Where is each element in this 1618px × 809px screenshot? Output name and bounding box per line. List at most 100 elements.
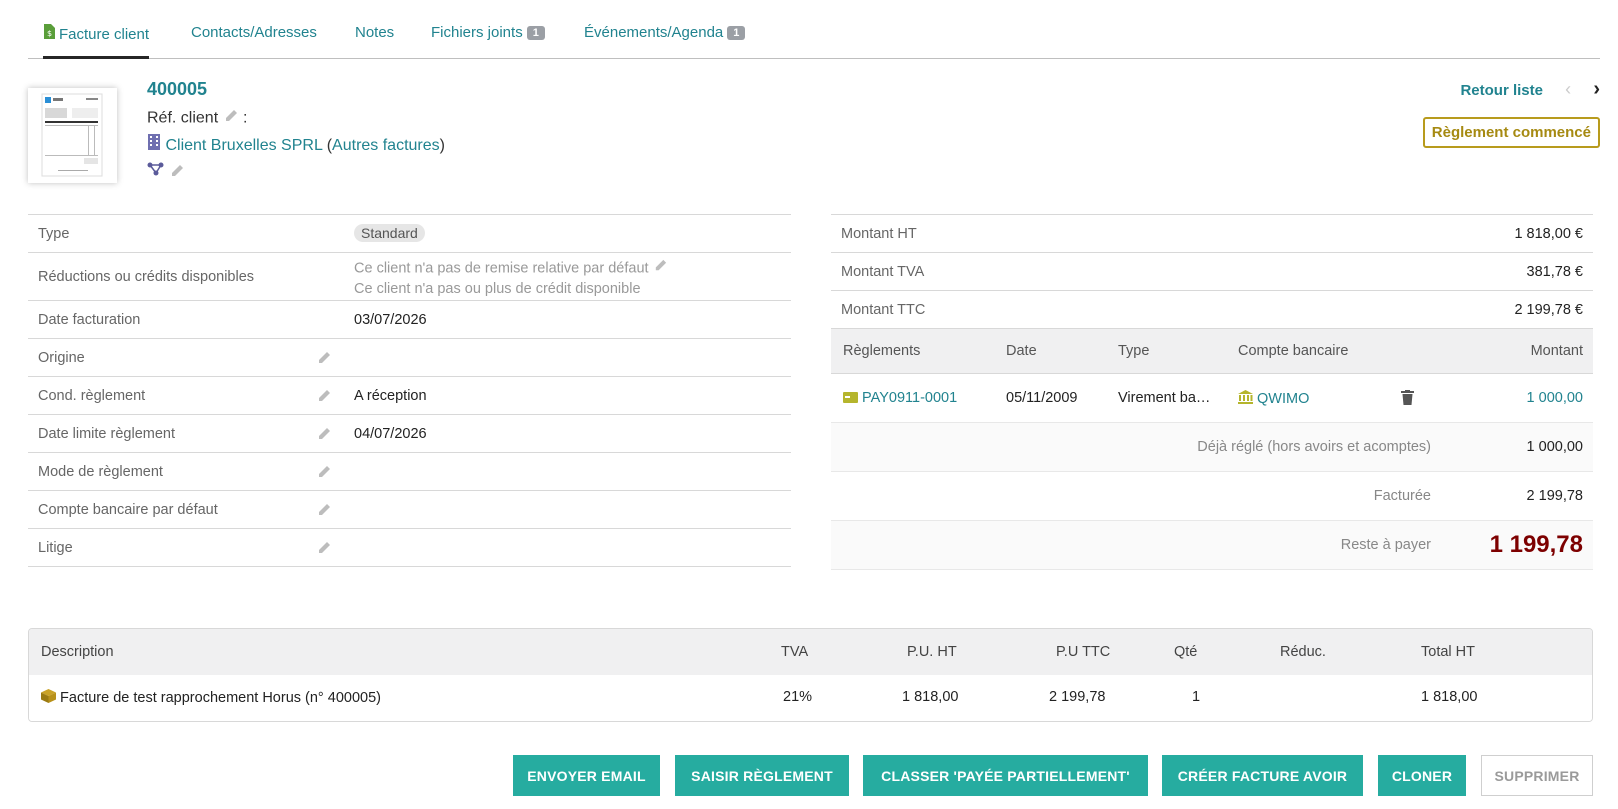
detail-row-mode: Mode de règlement bbox=[28, 453, 791, 491]
lines-col-qty: Qté bbox=[1174, 644, 1198, 660]
line-pu-ht: 1 818,00 bbox=[902, 689, 959, 705]
tab-files-label: Fichiers joints bbox=[431, 24, 523, 41]
date-limite-value: 04/07/2026 bbox=[354, 426, 427, 442]
edit-discount-icon[interactable] bbox=[653, 258, 668, 279]
line-total-ht: 1 818,00 bbox=[1421, 689, 1478, 705]
payment-ref: PAY0911-0001 bbox=[843, 390, 957, 407]
tab-events-label: Événements/Agenda bbox=[584, 24, 724, 41]
tab-invoice-label: Facture client bbox=[59, 26, 150, 43]
lines-col-pu-ttc: P.U TTC bbox=[1056, 644, 1111, 660]
tab-notes[interactable]: Notes bbox=[355, 24, 394, 59]
billed-value: 2 199,78 bbox=[1526, 488, 1583, 504]
tab-events-badge: 1 bbox=[727, 26, 746, 40]
remaining-label: Reste à payer bbox=[1340, 537, 1431, 553]
type-label: Type bbox=[38, 226, 70, 242]
edit-origine-icon[interactable] bbox=[316, 350, 332, 370]
invoice-details-table: Type Standard Réductions ou crédits disp… bbox=[28, 214, 791, 567]
amount-row-ht: Montant HT 1 818,00 € bbox=[831, 215, 1593, 253]
detail-row-type: Type Standard bbox=[28, 215, 791, 253]
enter-payment-button[interactable]: SAISIR RÈGLEMENT bbox=[675, 755, 849, 796]
payment-type: Virement ba… bbox=[1118, 390, 1211, 406]
detail-row-cond: Cond. règlement A réception bbox=[28, 377, 791, 415]
edit-litige-icon[interactable] bbox=[316, 540, 332, 560]
line-qty: 1 bbox=[1192, 689, 1201, 705]
create-credit-note-button[interactable]: CRÉER FACTURE AVOIR bbox=[1162, 755, 1363, 796]
billed-row: Facturée 2 199,78 bbox=[831, 472, 1593, 521]
type-badge: Standard bbox=[354, 224, 425, 242]
detail-row-compte: Compte bancaire par défaut bbox=[28, 491, 791, 529]
next-record-icon[interactable]: › bbox=[1593, 78, 1600, 100]
billed-label: Facturée bbox=[1373, 488, 1431, 504]
detail-row-litige: Litige bbox=[28, 529, 791, 567]
tva-value: 381,78 € bbox=[1526, 264, 1583, 280]
document-preview-icon bbox=[41, 93, 103, 177]
classify-partially-paid-button[interactable]: CLASSER 'PAYÉE PARTIELLEMENT' bbox=[863, 755, 1148, 796]
payments-col-ref: Règlements bbox=[843, 343, 921, 359]
product-icon bbox=[41, 689, 56, 707]
date-value: 03/07/2026 bbox=[354, 312, 427, 328]
edit-cond-icon[interactable] bbox=[316, 388, 332, 408]
edit-mode-icon[interactable] bbox=[316, 464, 332, 484]
ht-label: Montant HT bbox=[841, 226, 917, 242]
lines-col-pu-ht: P.U. HT bbox=[907, 644, 957, 660]
client-row: Client Bruxelles SPRL (Autres factures) bbox=[147, 134, 445, 155]
cond-value: A réception bbox=[354, 388, 427, 404]
payments-col-amount: Montant bbox=[1530, 343, 1583, 359]
payments-header: Règlements Date Type Compte bancaire Mon… bbox=[831, 329, 1593, 374]
amounts-table: Montant HT 1 818,00 € Montant TVA 381,78… bbox=[831, 214, 1593, 570]
edit-project-icon[interactable] bbox=[169, 163, 185, 183]
lines-col-total-ht: Total HT bbox=[1421, 644, 1475, 660]
bank-icon bbox=[1238, 390, 1253, 408]
delete-payment-icon[interactable] bbox=[1401, 390, 1414, 409]
ttc-label: Montant TTC bbox=[841, 302, 926, 318]
line-pu-ttc: 2 199,78 bbox=[1049, 689, 1106, 705]
amount-row-ttc: Montant TTC 2 199,78 € bbox=[831, 291, 1593, 329]
tab-files[interactable]: Fichiers joints 1 bbox=[431, 24, 545, 59]
clone-button[interactable]: CLONER bbox=[1378, 755, 1466, 796]
reductions-line2: Ce client n'a pas ou plus de crédit disp… bbox=[354, 281, 641, 297]
reductions-value: Ce client n'a pas de remise relative par… bbox=[354, 258, 668, 299]
ref-client-row: Réf. client : bbox=[147, 108, 248, 129]
tab-notes-label: Notes bbox=[355, 24, 395, 41]
ref-client-label: Réf. client bbox=[147, 109, 219, 127]
cond-label: Cond. règlement bbox=[38, 388, 146, 404]
tab-invoice[interactable]: $ Facture client bbox=[43, 24, 150, 59]
already-paid-value: 1 000,00 bbox=[1526, 439, 1583, 455]
previous-record-icon[interactable]: ‹ bbox=[1565, 79, 1571, 99]
edit-ref-client-icon[interactable] bbox=[223, 108, 239, 129]
litige-label: Litige bbox=[38, 540, 73, 556]
detail-row-date: Date facturation 03/07/2026 bbox=[28, 301, 791, 339]
tab-contacts-label: Contacts/Adresses bbox=[191, 24, 317, 41]
lines-col-tva: TVA bbox=[781, 644, 809, 660]
edit-compte-icon[interactable] bbox=[316, 502, 332, 522]
bank-account-link[interactable]: QWIMO bbox=[1257, 391, 1309, 407]
payment-ref-link[interactable]: PAY0911-0001 bbox=[862, 390, 957, 406]
line-description: Facture de test rapprochement Horus (n° … bbox=[41, 689, 381, 707]
payments-col-date: Date bbox=[1006, 343, 1037, 359]
detail-row-date-limite: Date limite règlement 04/07/2026 bbox=[28, 415, 791, 453]
project-row bbox=[147, 161, 185, 183]
detail-row-reductions: Réductions ou crédits disponibles Ce cli… bbox=[28, 253, 791, 301]
payments-col-type: Type bbox=[1118, 343, 1150, 359]
detail-row-origine: Origine bbox=[28, 339, 791, 377]
date-limite-label: Date limite règlement bbox=[38, 426, 175, 442]
tab-events[interactable]: Événements/Agenda 1 bbox=[584, 24, 746, 59]
client-link[interactable]: Client Bruxelles SPRL bbox=[165, 137, 322, 154]
amount-row-tva: Montant TVA 381,78 € bbox=[831, 253, 1593, 291]
line-tva: 21% bbox=[783, 689, 813, 705]
payment-amount: 1 000,00 bbox=[1526, 390, 1583, 406]
edit-date-limite-icon[interactable] bbox=[316, 426, 332, 446]
tab-contacts[interactable]: Contacts/Adresses bbox=[191, 24, 317, 59]
send-email-button[interactable]: ENVOYER EMAIL bbox=[513, 755, 660, 796]
reductions-line1: Ce client n'a pas de remise relative par… bbox=[354, 260, 649, 277]
delete-button: SUPPRIMER bbox=[1481, 755, 1593, 796]
payment-date: 05/11/2009 bbox=[1006, 390, 1078, 406]
ht-value: 1 818,00 € bbox=[1514, 226, 1583, 242]
other-invoices-link[interactable]: Autres factures bbox=[332, 137, 440, 154]
already-paid-label: Déjà réglé (hors avoirs et acomptes) bbox=[1197, 439, 1431, 455]
compte-label: Compte bancaire par défaut bbox=[38, 502, 218, 518]
reductions-label: Réductions ou crédits disponibles bbox=[38, 269, 255, 285]
document-thumbnail[interactable] bbox=[28, 88, 117, 183]
back-to-list-link[interactable]: Retour liste bbox=[1460, 82, 1543, 99]
date-label: Date facturation bbox=[38, 312, 141, 328]
